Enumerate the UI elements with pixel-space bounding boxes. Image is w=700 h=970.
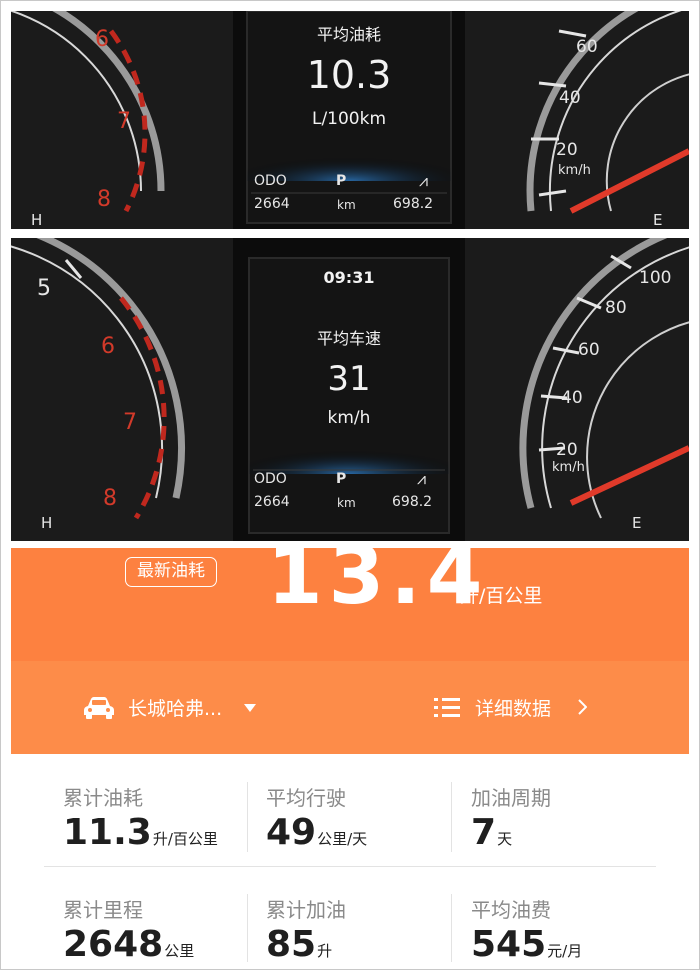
tach-tick-7: 7 (117, 109, 131, 134)
odo-unit: km (337, 198, 356, 212)
speed-tick-60: 60 (576, 37, 598, 57)
range-value: 698.2 (392, 494, 433, 510)
car-icon (84, 697, 114, 719)
vehicle-name[interactable]: 长城哈弗... (128, 694, 222, 721)
divider (247, 782, 248, 852)
lcd-unit: L/100km (311, 109, 387, 129)
road-icon: ⩘ (419, 171, 429, 190)
odo-value: 2664 (254, 196, 290, 212)
stat-label-avg-fuel-cost: 平均油费 (471, 898, 551, 922)
temp-gauge-h: H (31, 211, 43, 229)
stat-value: 49 (266, 812, 317, 853)
stat-label-total-refuel: 累计加油 (266, 898, 346, 922)
stat-label-total-mileage: 累计里程 (63, 898, 143, 922)
gear-indicator: P (336, 471, 347, 487)
stat-value: 2648 (63, 924, 164, 965)
speed-tick-100: 100 (639, 268, 672, 288)
stat-avg-fuel-cost: 545元/月 (471, 924, 582, 965)
lcd-title: 平均油耗 (316, 25, 381, 44)
latest-fuel-badge: 最新油耗 (125, 557, 217, 587)
divider (451, 894, 452, 962)
caret-down-icon[interactable] (244, 704, 256, 712)
odo-label: ODO (254, 173, 287, 189)
lcd-value: 10.3 (306, 53, 392, 97)
gear-indicator: P (336, 173, 347, 189)
divider (451, 782, 452, 852)
odo-value: 2664 (254, 494, 290, 510)
stat-value: 7 (471, 812, 497, 853)
speed-tick-20: 20 (556, 440, 578, 460)
stat-unit: 升 (317, 942, 333, 960)
stat-total-refuel: 85升 (266, 924, 332, 965)
lcd-value: 31 (327, 359, 371, 399)
tach-tick-5: 5 (37, 276, 51, 301)
tach-tick-8: 8 (103, 486, 117, 511)
latest-fuel-unit: 升/百公里 (460, 585, 543, 607)
stat-unit: 公里/天 (317, 830, 368, 848)
speed-tick-80: 80 (605, 298, 627, 318)
fuel-gauge-e: E (653, 211, 663, 229)
fuel-gauge-e: E (632, 514, 642, 532)
stats-panel: 累计油耗 11.3升/百公里 平均行驶 49公里/天 加油周期 7天 累计里程 … (11, 754, 689, 965)
stat-value: 545 (471, 924, 547, 965)
speed-tick-20: 20 (556, 140, 578, 160)
stat-unit: 升/百公里 (152, 830, 218, 848)
speed-unit: km/h (552, 460, 585, 475)
temp-gauge-h: H (41, 514, 53, 532)
latest-fuel-header: 最新油耗 13.4 升/百公里 (11, 548, 689, 661)
chevron-right-icon[interactable] (578, 699, 587, 715)
vehicle-bar: 长城哈弗... 详细数据 (11, 661, 689, 754)
stat-unit: 公里 (164, 942, 195, 960)
range-value: 698.2 (393, 196, 434, 212)
tach-tick-6: 6 (95, 27, 109, 52)
speed-unit: km/h (558, 163, 591, 178)
stat-refuel-cycle: 7天 (471, 812, 512, 853)
stat-avg-drive: 49公里/天 (266, 812, 367, 853)
stat-label-total-fuel: 累计油耗 (63, 786, 143, 810)
latest-fuel-value: 13.4 (267, 548, 489, 622)
list-icon (434, 698, 460, 717)
speed-tick-60: 60 (578, 340, 600, 360)
stat-total-fuel: 11.3升/百公里 (63, 812, 218, 853)
stat-label-refuel-cycle: 加油周期 (471, 786, 551, 810)
dashboard-photo-speed: 5 6 7 8 H E 100 80 60 40 20 km/h 09:31 平… (11, 238, 689, 541)
lcd-clock: 09:31 (323, 268, 375, 287)
road-icon: ⩘ (417, 469, 427, 488)
tach-tick-8: 8 (97, 187, 111, 212)
odo-label: ODO (254, 471, 287, 487)
speed-tick-40: 40 (561, 388, 583, 408)
tach-tick-7: 7 (123, 410, 137, 435)
tach-tick-6: 6 (101, 334, 115, 359)
lcd-unit: km/h (327, 408, 371, 428)
divider (247, 894, 248, 962)
speed-tick-40: 40 (559, 88, 581, 108)
stat-total-mileage: 2648公里 (63, 924, 194, 965)
dashboard-photo-fuel: 6 7 8 H E 60 40 20 km/h 平均油耗 10.3 L/100k… (11, 11, 689, 229)
row-divider (44, 866, 656, 867)
stat-label-avg-drive: 平均行驶 (266, 786, 346, 810)
lcd-title: 平均车速 (316, 329, 381, 348)
stat-unit: 天 (497, 830, 513, 848)
stat-unit: 元/月 (547, 942, 583, 960)
stat-value: 85 (266, 924, 317, 965)
stat-value: 11.3 (63, 812, 152, 853)
detail-data-label[interactable]: 详细数据 (475, 694, 551, 721)
odo-unit: km (337, 496, 356, 510)
